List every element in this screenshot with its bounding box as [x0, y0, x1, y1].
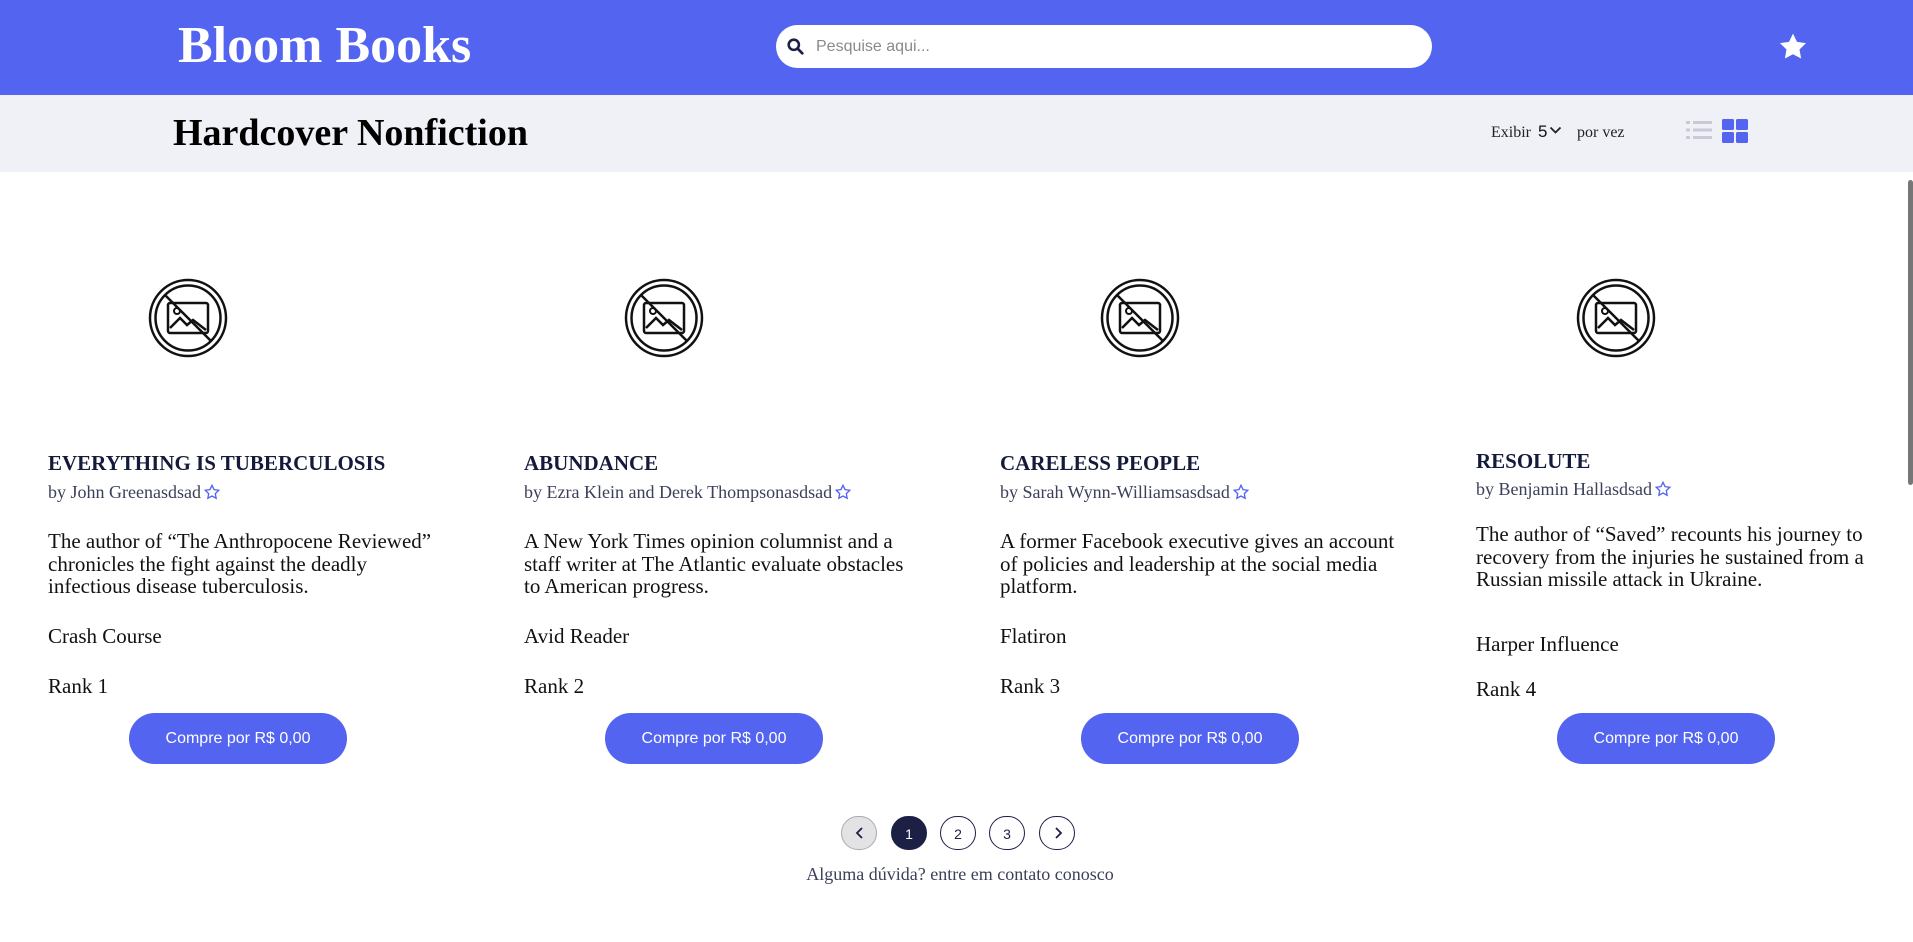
- book-card: RESOLUTE by Benjamin Hallasdsad The auth…: [1428, 170, 1904, 780]
- book-publisher: Avid Reader: [524, 624, 630, 648]
- page-button-2[interactable]: 2: [940, 816, 976, 850]
- contact-link[interactable]: Alguma dúvida? entre em contato conosco: [0, 863, 1913, 885]
- book-title[interactable]: ABUNDANCE: [524, 450, 658, 476]
- book-author: by Benjamin Hallasdsad: [1476, 478, 1672, 500]
- book-rank: Rank 4: [1476, 677, 1537, 701]
- book-author-name: by Ezra Klein and Derek Thompsonasdsad: [524, 482, 833, 502]
- favorite-star-icon[interactable]: [834, 484, 852, 500]
- search-bar[interactable]: [776, 25, 1432, 68]
- search-input[interactable]: [816, 25, 1416, 68]
- per-page-value: 5: [1538, 122, 1548, 141]
- book-author: by John Greenasdsad: [48, 481, 221, 503]
- no-image-icon: [1576, 278, 1656, 358]
- buy-button[interactable]: Compre por R$ 0,00: [1557, 713, 1775, 764]
- buy-button[interactable]: Compre por R$ 0,00: [1081, 713, 1299, 764]
- search-icon[interactable]: [787, 38, 804, 55]
- grid-view-icon[interactable]: [1722, 119, 1748, 143]
- favorites-star-icon[interactable]: [1778, 32, 1808, 61]
- book-publisher: Flatiron: [1000, 624, 1067, 648]
- book-rank: Rank 1: [48, 674, 109, 698]
- chevron-right-icon: [1055, 827, 1063, 839]
- book-author-name: by John Greenasdsad: [48, 482, 201, 502]
- book-title[interactable]: RESOLUTE: [1476, 448, 1590, 474]
- chevron-down-icon: [1550, 126, 1562, 134]
- top-header: Bloom Books: [0, 0, 1913, 95]
- book-description: The author of “Saved” recounts his journ…: [1476, 522, 1864, 591]
- no-image-icon: [1100, 278, 1180, 358]
- book-title[interactable]: CARELESS PEOPLE: [1000, 450, 1200, 476]
- per-page-select[interactable]: 5: [1538, 121, 1562, 143]
- page-title: Hardcover Nonfiction: [173, 112, 528, 154]
- no-image-icon: [624, 278, 704, 358]
- prev-page-button[interactable]: [841, 816, 877, 850]
- book-rank: Rank 2: [524, 674, 585, 698]
- book-author: by Ezra Klein and Derek Thompsonasdsad: [524, 481, 852, 503]
- no-image-icon: [148, 278, 228, 358]
- book-author-name: by Sarah Wynn-Williamsasdsad: [1000, 482, 1230, 502]
- buy-button[interactable]: Compre por R$ 0,00: [605, 713, 823, 764]
- favorite-star-icon[interactable]: [1654, 481, 1672, 497]
- book-description: The author of “The Anthropocene Reviewed…: [48, 529, 432, 598]
- book-author: by Sarah Wynn-Williamsasdsad: [1000, 481, 1249, 503]
- chevron-left-icon: [855, 827, 863, 839]
- page-button-3[interactable]: 3: [989, 816, 1025, 850]
- book-publisher: Harper Influence: [1476, 632, 1619, 656]
- show-label: Exibir: [1491, 124, 1531, 141]
- favorite-star-icon[interactable]: [203, 484, 221, 500]
- book-publisher: Crash Course: [48, 624, 162, 648]
- book-title[interactable]: EVERYTHING IS TUBERCULOSIS: [48, 450, 385, 476]
- favorite-star-icon[interactable]: [1232, 484, 1249, 500]
- page-button-1[interactable]: 1: [891, 816, 927, 850]
- book-description: A New York Times opinion columnist and a…: [524, 529, 904, 598]
- book-author-name: by Benjamin Hallasdsad: [1476, 479, 1652, 499]
- per-page-suffix: por vez: [1577, 124, 1625, 141]
- book-card: EVERYTHING IS TUBERCULOSIS by John Green…: [0, 170, 476, 780]
- scrollbar-thumb[interactable]: [1908, 180, 1913, 485]
- book-description: A former Facebook executive gives an acc…: [1000, 529, 1395, 598]
- next-page-button[interactable]: [1039, 816, 1075, 850]
- book-card: CARELESS PEOPLE by Sarah Wynn-Williamsas…: [952, 170, 1428, 780]
- book-card: ABUNDANCE by Ezra Klein and Derek Thomps…: [476, 170, 952, 780]
- book-rank: Rank 3: [1000, 674, 1061, 698]
- site-logo[interactable]: Bloom Books: [178, 14, 471, 78]
- list-view-icon[interactable]: [1685, 119, 1713, 141]
- buy-button[interactable]: Compre por R$ 0,00: [129, 713, 347, 764]
